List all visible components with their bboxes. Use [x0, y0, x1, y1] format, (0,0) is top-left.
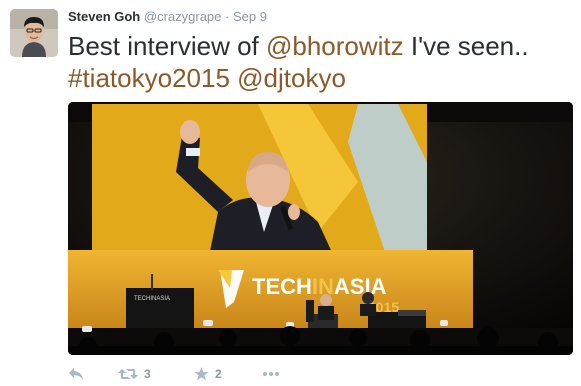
author-name[interactable]: Steven Goh: [68, 9, 140, 24]
tweet-text-after: I've seen..: [403, 31, 529, 61]
timestamp[interactable]: Sep 9: [233, 9, 267, 24]
tweet: Steven Goh @crazygrape · Sep 9 Best inte…: [0, 0, 581, 386]
retweet-count: 3: [144, 367, 151, 381]
favorite-count: 2: [215, 367, 222, 381]
author-handle[interactable]: @crazygrape: [144, 9, 222, 24]
tweet-text-before: Best interview of: [68, 31, 266, 61]
more-button[interactable]: [262, 364, 280, 384]
avatar[interactable]: [10, 9, 58, 57]
more-icon: [262, 371, 280, 377]
retweet-icon: [118, 367, 138, 381]
separator-dot: ·: [225, 9, 230, 24]
hashtag-tiatokyo2015[interactable]: #tiatokyo2015: [68, 63, 230, 93]
avatar-photo: [10, 9, 58, 57]
tweet-actions: 3 2: [68, 364, 573, 384]
tweet-header: Steven Goh @crazygrape · Sep 9: [68, 9, 267, 24]
mention-bhorowitz[interactable]: @bhorowitz: [266, 31, 404, 61]
tweet-text: Best interview of @bhorowitz I've seen..…: [68, 30, 573, 94]
retweet-button[interactable]: 3: [118, 364, 151, 384]
reply-icon: [68, 367, 84, 381]
projection-screen: [92, 104, 427, 261]
reply-button[interactable]: [68, 364, 84, 384]
podium-logo: TECHINASIA: [134, 296, 170, 302]
star-icon: [194, 367, 209, 381]
stage-photo: TECHINASIA 2015 TECHINASIA: [68, 102, 573, 355]
favorite-button[interactable]: 2: [194, 364, 222, 384]
mention-djtokyo[interactable]: @djtokyo: [237, 63, 346, 93]
tweet-photo[interactable]: TECHINASIA 2015 TECHINASIA: [68, 102, 573, 355]
